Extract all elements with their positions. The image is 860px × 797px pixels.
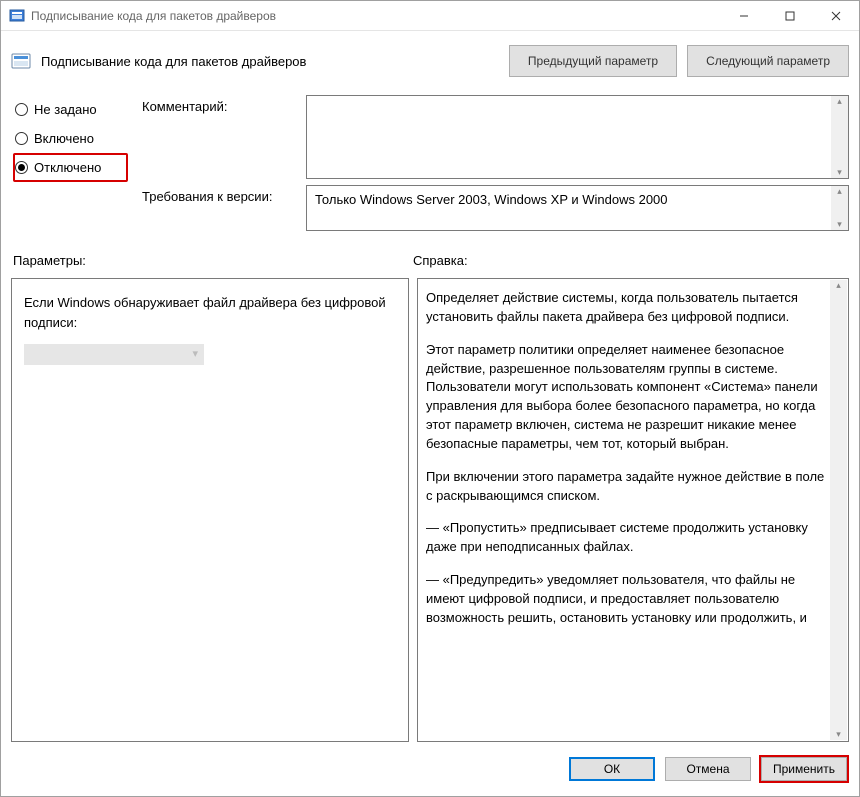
- scroll-down-icon: ▾: [837, 167, 842, 178]
- policy-dialog-window: Подписывание кода для пакетов драйверов …: [0, 0, 860, 797]
- radio-label: Не задано: [34, 102, 97, 117]
- previous-setting-button[interactable]: Предыдущий параметр: [509, 45, 677, 77]
- help-paragraph: — «Предупредить» уведомляет пользователя…: [426, 571, 828, 628]
- scroll-down-icon: ▾: [836, 729, 841, 740]
- version-text: Только Windows Server 2003, Windows XP и…: [315, 192, 668, 207]
- scrollbar[interactable]: ▴ ▾: [831, 186, 848, 230]
- maximize-button[interactable]: [767, 1, 813, 31]
- dialog-footer: ОК Отмена Применить: [1, 742, 859, 796]
- radio-icon: [15, 132, 28, 145]
- lower-panes: Если Windows обнаруживает файл драйвера …: [1, 272, 859, 742]
- comment-label: Комментарий:: [142, 95, 294, 179]
- system-buttons: [721, 1, 859, 31]
- scrollbar[interactable]: ▴ ▾: [831, 96, 848, 178]
- header-row: Подписывание кода для пакетов драйверов …: [1, 31, 859, 91]
- radio-not-configured[interactable]: Не задано: [13, 95, 128, 124]
- help-text: Определяет действие системы, когда польз…: [426, 289, 828, 741]
- parameter-text: Если Windows обнаруживает файл драйвера …: [24, 293, 396, 332]
- version-row: Требования к версии: Только Windows Serv…: [142, 185, 849, 231]
- scroll-up-icon: ▴: [837, 96, 842, 107]
- policy-icon: [11, 51, 31, 71]
- section-labels: Параметры: Справка:: [1, 237, 859, 272]
- close-button[interactable]: [813, 1, 859, 31]
- parameters-label: Параметры:: [13, 253, 413, 268]
- radio-enabled[interactable]: Включено: [13, 124, 128, 153]
- ok-button[interactable]: ОК: [569, 757, 655, 781]
- radio-group: Не задано Включено Отключено: [13, 95, 128, 237]
- help-label: Справка:: [413, 253, 845, 268]
- help-paragraph: Определяет действие системы, когда польз…: [426, 289, 828, 327]
- radio-label: Включено: [34, 131, 94, 146]
- comment-row: Комментарий: ▴ ▾: [142, 95, 849, 179]
- window-title: Подписывание кода для пакетов драйверов: [31, 9, 721, 23]
- radio-label: Отключено: [34, 160, 101, 175]
- comment-textarea[interactable]: ▴ ▾: [306, 95, 849, 179]
- next-setting-button[interactable]: Следующий параметр: [687, 45, 849, 77]
- cancel-button[interactable]: Отмена: [665, 757, 751, 781]
- app-icon: [9, 8, 25, 24]
- radio-icon: [15, 161, 28, 174]
- version-textbox: Только Windows Server 2003, Windows XP и…: [306, 185, 849, 231]
- help-paragraph: Этот параметр политики определяет наимен…: [426, 341, 828, 454]
- settings-row: Не задано Включено Отключено Комментарий…: [1, 91, 859, 237]
- policy-title: Подписывание кода для пакетов драйверов: [41, 54, 499, 69]
- scrollbar[interactable]: ▴ ▾: [830, 280, 847, 740]
- radio-icon: [15, 103, 28, 116]
- version-label: Требования к версии:: [142, 185, 294, 231]
- minimize-button[interactable]: [721, 1, 767, 31]
- parameters-pane: Если Windows обнаруживает файл драйвера …: [11, 278, 409, 742]
- help-pane: Определяет действие системы, когда польз…: [417, 278, 849, 742]
- fields-column: Комментарий: ▴ ▾ Требования к версии: То…: [142, 95, 849, 237]
- scroll-down-icon: ▾: [837, 219, 842, 230]
- dialog-content: Подписывание кода для пакетов драйверов …: [1, 31, 859, 796]
- scroll-up-icon: ▴: [837, 186, 842, 197]
- parameter-dropdown[interactable]: [24, 344, 204, 365]
- title-bar: Подписывание кода для пакетов драйверов: [1, 1, 859, 31]
- help-paragraph: При включении этого параметра задайте ну…: [426, 468, 828, 506]
- apply-button[interactable]: Применить: [761, 757, 847, 781]
- scroll-up-icon: ▴: [836, 280, 841, 291]
- radio-disabled[interactable]: Отключено: [13, 153, 128, 182]
- help-paragraph: — «Пропустить» предписывает системе прод…: [426, 519, 828, 557]
